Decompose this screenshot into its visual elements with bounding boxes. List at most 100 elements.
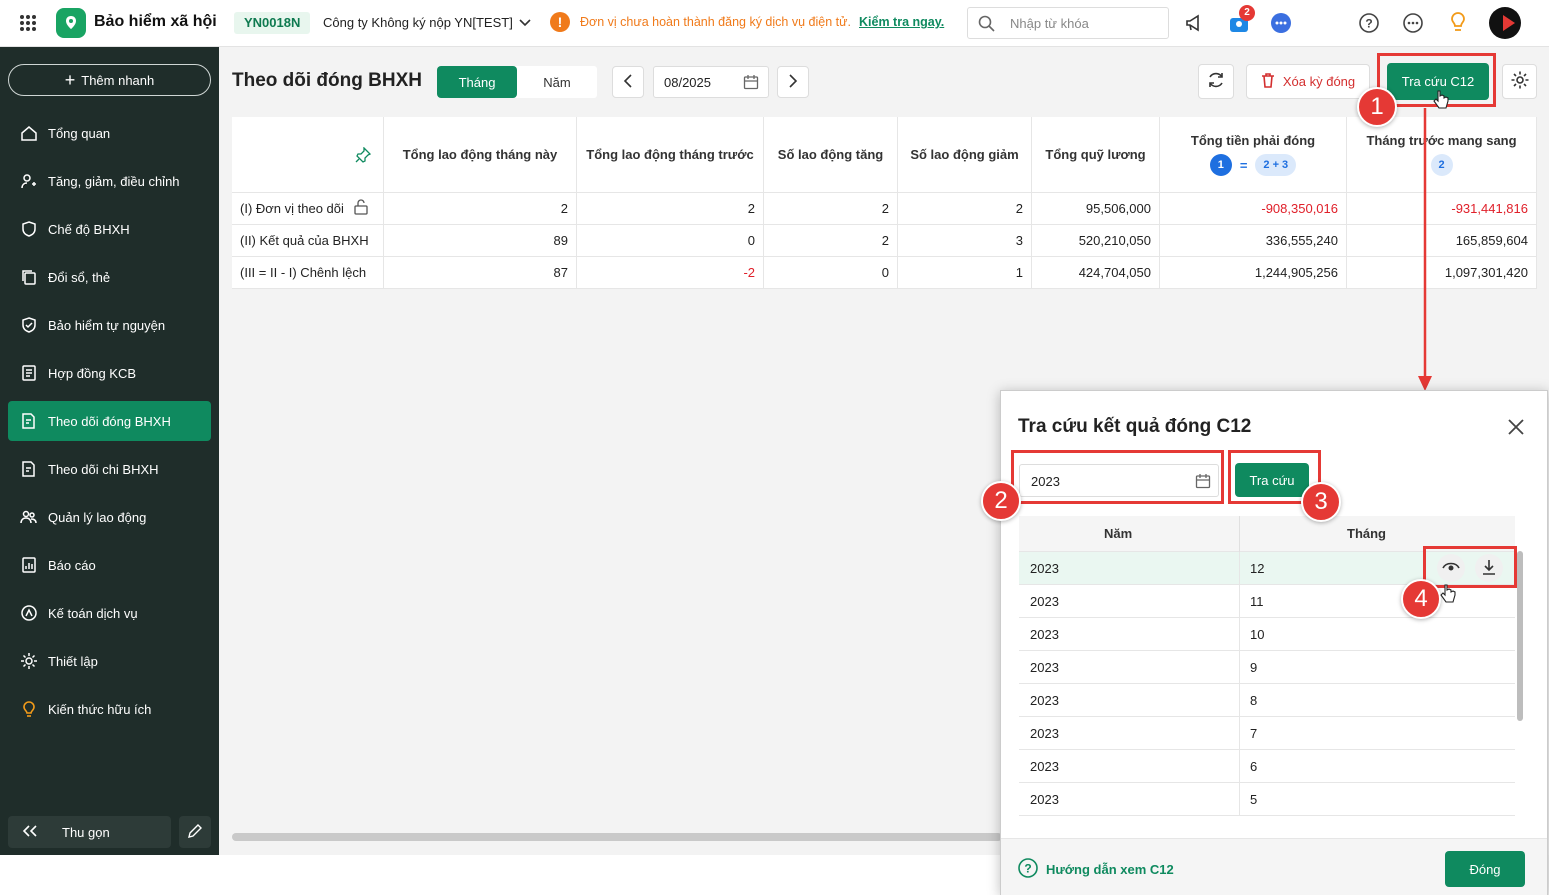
- tab-month[interactable]: Tháng: [437, 66, 517, 98]
- table-row[interactable]: 2023 8: [1019, 684, 1515, 717]
- user-avatar[interactable]: [1489, 7, 1521, 39]
- doc-track-icon: [22, 413, 35, 429]
- pill-1: 1: [1209, 154, 1232, 176]
- sidebar-item[interactable]: Chế độ BHXH: [8, 209, 211, 249]
- row-divider: [1239, 552, 1240, 585]
- help-icon[interactable]: ?: [1359, 13, 1379, 36]
- sidebar: + Thêm nhanh Tổng quan Tăng, giảm, điều c…: [0, 47, 219, 855]
- close-icon[interactable]: [1507, 418, 1525, 439]
- unlock-icon[interactable]: [354, 199, 368, 218]
- apps-grid-icon[interactable]: [19, 14, 37, 32]
- sidebar-item[interactable]: Theo dõi chi BHXH: [8, 449, 211, 489]
- report-icon: [22, 557, 36, 573]
- column-header: Tổng quỹ lương: [1032, 117, 1160, 193]
- sidebar-item[interactable]: Tăng, giảm, điều chỉnh: [8, 161, 211, 201]
- warning-icon: !: [550, 12, 570, 32]
- gear-icon: [1510, 70, 1530, 93]
- chevron-right-icon: [788, 73, 798, 91]
- tab-year[interactable]: Năm: [517, 66, 597, 98]
- quick-add-button[interactable]: + Thêm nhanh: [8, 64, 211, 96]
- company-selector[interactable]: Công ty Không ký nộp YN[TEST]: [323, 15, 531, 30]
- sidebar-item-label: Quản lý lao động: [48, 509, 147, 525]
- row-year: 2023: [1030, 759, 1059, 774]
- table-cell: 95,506,000: [1032, 193, 1160, 225]
- col-year-header: Năm: [1104, 526, 1133, 541]
- copy-icon: [22, 270, 36, 285]
- edit-menu-button[interactable]: [179, 816, 211, 848]
- row-year: 2023: [1030, 693, 1059, 708]
- formula-equals: =: [1239, 157, 1248, 173]
- warning-check-link[interactable]: Kiểm tra ngay.: [859, 15, 944, 29]
- bulb-icon: [23, 701, 35, 717]
- table-cell: -908,350,016: [1160, 193, 1347, 225]
- table-row[interactable]: 2023 6: [1019, 750, 1515, 783]
- sidebar-item[interactable]: Kế toán dịch vụ: [8, 593, 211, 633]
- page-title: Theo dõi đóng BHXH: [232, 70, 422, 91]
- close-dialog-button[interactable]: Đóng: [1445, 851, 1525, 887]
- table-cell: 87: [384, 257, 577, 289]
- search-input[interactable]: Nhập từ khóa: [1010, 16, 1089, 31]
- next-period-button[interactable]: [777, 66, 809, 98]
- knowledge-icon[interactable]: [1447, 11, 1469, 36]
- period-value: 08/2025: [664, 75, 711, 90]
- row-month: 11: [1250, 594, 1264, 609]
- calendar-icon: [743, 74, 759, 93]
- pill-2-3: 2 + 3: [1255, 154, 1297, 176]
- sidebar-item[interactable]: Tổng quan: [8, 113, 211, 153]
- table-cell: 424,704,050: [1032, 257, 1160, 289]
- table-row[interactable]: 2023 5: [1019, 783, 1515, 816]
- sidebar-item[interactable]: Bảo hiểm tự nguyện: [8, 305, 211, 345]
- svg-text:?: ?: [1024, 862, 1031, 876]
- help-c12-link[interactable]: ? Hướng dẫn xem C12: [1018, 858, 1174, 881]
- chevron-down-icon: [519, 15, 531, 30]
- warning-text: Đơn vị chưa hoàn thành đăng ký dịch vụ đ…: [580, 15, 851, 29]
- megaphone-icon[interactable]: [1184, 13, 1204, 36]
- sidebar-item-label: Kế toán dịch vụ: [48, 605, 138, 621]
- horizontal-scrollbar[interactable]: [232, 833, 1002, 841]
- row-divider: [1239, 717, 1240, 750]
- sidebar-item[interactable]: Báo cáo: [8, 545, 211, 585]
- chat-icon[interactable]: [1270, 12, 1292, 37]
- more-icon[interactable]: [1403, 13, 1423, 36]
- sidebar-item-label: Đổi sổ, thẻ: [48, 269, 111, 285]
- table-cell: 165,859,604: [1347, 225, 1537, 257]
- sidebar-item[interactable]: Đổi sổ, thẻ: [8, 257, 211, 297]
- app-logo-icon: [56, 8, 86, 38]
- sidebar-item-label: Theo dõi đóng BHXH: [48, 413, 171, 429]
- shield-icon: [22, 317, 36, 333]
- sidebar-item[interactable]: Thiết lập: [8, 641, 211, 681]
- row-month: 12: [1250, 561, 1265, 576]
- vertical-scrollbar[interactable]: [1517, 551, 1523, 721]
- row-label: (II) Kết quả của BHXH: [232, 225, 384, 257]
- table-cell: -2: [577, 257, 764, 289]
- hand-cursor-icon: [1433, 90, 1449, 109]
- refresh-button[interactable]: [1198, 64, 1234, 99]
- delete-period-button[interactable]: Xóa kỳ đóng: [1246, 64, 1370, 99]
- column-header-label: Số lao động giảm: [910, 147, 1019, 162]
- pin-icon[interactable]: [355, 146, 371, 163]
- collapse-button[interactable]: Thu gọn: [8, 816, 171, 848]
- col-divider: [1239, 516, 1240, 552]
- sidebar-item-label: Hợp đồng KCB: [48, 365, 137, 381]
- pin-column-header: [232, 117, 384, 193]
- sidebar-item[interactable]: Theo dõi đóng BHXH: [8, 401, 211, 441]
- callout-badge-3: 3: [1301, 482, 1341, 522]
- sidebar-item-label: Theo dõi chi BHXH: [48, 461, 159, 477]
- row-label: (I) Đơn vị theo dõi: [232, 193, 384, 225]
- column-header: Tổng lao động tháng này: [384, 117, 577, 193]
- search-box[interactable]: Nhập từ khóa: [967, 7, 1169, 39]
- period-picker[interactable]: 08/2025: [653, 66, 769, 98]
- sidebar-item[interactable]: Quản lý lao động: [8, 497, 211, 537]
- row-year: 2023: [1030, 561, 1059, 576]
- table-row[interactable]: 2023 10: [1019, 618, 1515, 651]
- refresh-icon: [1206, 70, 1226, 93]
- shield-hand-icon: [22, 221, 36, 237]
- prev-period-button[interactable]: [612, 66, 644, 98]
- table-row[interactable]: 2023 9: [1019, 651, 1515, 684]
- settings-button[interactable]: [1502, 64, 1537, 99]
- table-row[interactable]: 2023 7: [1019, 717, 1515, 750]
- sidebar-item[interactable]: Kiến thức hữu ích: [8, 689, 211, 729]
- unit-code-badge: YN0018N: [234, 12, 311, 34]
- row-divider: [1239, 684, 1240, 717]
- sidebar-item[interactable]: Hợp đồng KCB: [8, 353, 211, 393]
